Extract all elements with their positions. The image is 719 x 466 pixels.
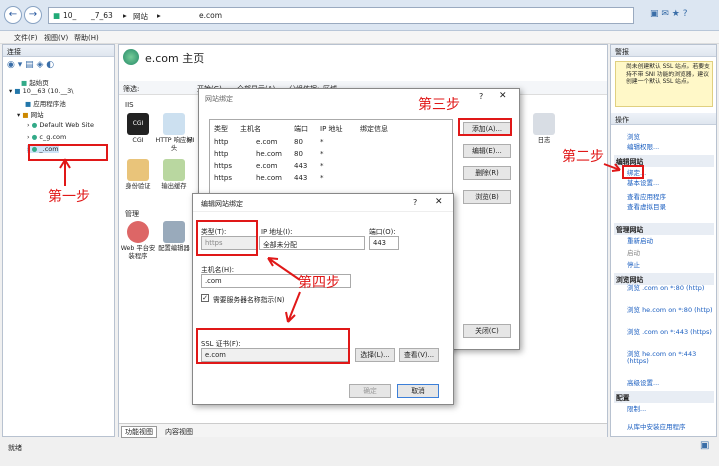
browse-443-link-1[interactable]: 浏览 .com on *:443 (https) <box>627 329 715 336</box>
alert-box: 尚未创建默认 SSL 站点。若要支持不带 SNI 功能的浏览器，建议创建一个默认… <box>615 61 713 107</box>
step2-label: 第二步 <box>562 149 604 165</box>
menu-help[interactable]: 帮助(H) <box>74 33 99 43</box>
edit-title: 编辑网站绑定 <box>201 200 243 208</box>
connections-pane: 连接 ◉ ▾ ▤ ◈ ◐ ■ 起始页 ▾ ■ 10__63 (10.__3\ ■… <box>2 44 115 437</box>
step3-label: 第三步 <box>418 97 460 113</box>
tree-start-page[interactable]: ■ 起始页 <box>21 77 49 87</box>
toolbar-icons[interactable]: ▣ ✉ ★ ? <box>650 9 710 19</box>
page-title: e.com 主页 <box>145 52 205 65</box>
highlight-step2 <box>622 165 644 179</box>
view-apps-link[interactable]: 查看应用程序 <box>627 191 666 201</box>
close-button[interactable]: 关闭(C) <box>463 324 511 338</box>
stop-link[interactable]: 停止 <box>627 259 640 269</box>
server-icon: ■ <box>53 11 61 20</box>
help-icon[interactable]: ? <box>413 198 417 207</box>
bindings-title: 网站绑定 <box>205 95 233 103</box>
menu-bar: 文件(F) 视图(V) 帮助(H) <box>0 31 719 44</box>
globe-icon <box>123 49 139 65</box>
port-input[interactable]: 443 <box>369 236 399 250</box>
close-icon[interactable]: ✕ <box>499 91 507 101</box>
browse-link[interactable]: 浏览 <box>627 131 640 141</box>
log-icon[interactable] <box>533 113 555 135</box>
connections-title: 连接 <box>3 45 114 57</box>
install-from-gallery-link[interactable]: 从库中安装应用程序 <box>627 421 686 431</box>
advanced-settings-link[interactable]: 高级设置... <box>627 377 659 387</box>
menu-file[interactable]: 文件(F) <box>14 33 38 43</box>
sni-checkbox[interactable]: ✓ <box>201 294 209 302</box>
view-cert-button[interactable]: 查看(V)... <box>399 348 439 362</box>
network-icon: ▣ <box>700 440 710 451</box>
help-icon[interactable]: ? <box>479 92 483 101</box>
browse-80-link-1[interactable]: 浏览 .com on *:80 (http) <box>627 285 715 292</box>
config-header: 配置 <box>614 391 714 403</box>
close-icon[interactable]: ✕ <box>435 197 443 207</box>
highlight-ssl <box>196 328 350 364</box>
forward-icon[interactable]: → <box>24 6 42 24</box>
tree-app-pools[interactable]: ■ 应用程序池 <box>25 98 66 108</box>
section-iis: IIS <box>125 101 134 109</box>
tree-server[interactable]: ▾ ■ 10__63 (10.__3\ <box>9 87 73 95</box>
section-mgmt: 管理 <box>125 210 139 218</box>
arrow-step2 <box>603 163 621 172</box>
view-tabs: 功能视图 内容视图 <box>119 423 607 438</box>
alerts-title: 警报 <box>611 45 716 57</box>
address-field[interactable]: ■ 10_ _7_63 ▸ 网站 ▸ e.com <box>48 7 634 24</box>
actions-title: 操作 <box>611 113 716 125</box>
auth-icon[interactable] <box>127 159 149 181</box>
tab-content-view[interactable]: 内容视图 <box>165 427 193 437</box>
address-bar: ← → ■ 10_ _7_63 ▸ 网站 ▸ e.com ▣ ✉ ★ ? <box>0 0 719 31</box>
status-bar: 就绪 ▣ <box>0 438 719 466</box>
actions-pane: 警报 尚未创建默认 SSL 站点。若要支持不带 SNI 功能的浏览器，建议创建一… <box>610 44 717 437</box>
ok-button[interactable]: 确定 <box>349 384 391 398</box>
view-vdirs-link[interactable]: 查看虚拟目录 <box>627 201 666 211</box>
start-link[interactable]: 启动 <box>627 247 640 257</box>
edit-button[interactable]: 编辑(E)... <box>463 144 511 158</box>
menu-view[interactable]: 视图(V) <box>44 33 68 43</box>
arrows-step4 <box>267 257 301 323</box>
back-icon[interactable]: ← <box>4 6 22 24</box>
edit-permissions-link[interactable]: 编辑权限... <box>627 141 659 151</box>
limits-link[interactable]: 限制... <box>627 403 646 413</box>
remove-button[interactable]: 删除(R) <box>463 166 511 180</box>
tab-features-view[interactable]: 功能视图 <box>121 426 157 438</box>
output-cache-icon[interactable] <box>163 159 185 181</box>
connections-toolbar[interactable]: ◉ ▾ ▤ ◈ ◐ <box>7 60 54 70</box>
tree-default-site[interactable]: › ● Default Web Site <box>27 121 94 129</box>
browse-button[interactable]: 浏览(B) <box>463 190 511 204</box>
status-text: 就绪 <box>8 444 22 452</box>
step1-label: 第一步 <box>48 189 90 205</box>
browse-80-link-2[interactable]: 浏览 he.com on *:80 (http) <box>627 307 715 314</box>
manage-site-header: 管理网站 <box>614 223 714 235</box>
arrow-step1 <box>59 158 71 186</box>
web-platform-icon[interactable] <box>127 221 149 243</box>
tree-site-1[interactable]: › ● c_g.com <box>27 133 66 141</box>
browse-443-link-2[interactable]: 浏览 he.com on *:443 (https) <box>627 351 715 365</box>
cgi-icon[interactable]: CGI <box>127 113 149 135</box>
http-headers-icon[interactable] <box>163 113 185 135</box>
restart-link[interactable]: 重新启动 <box>627 235 653 245</box>
highlight-type <box>196 220 258 256</box>
select-cert-button[interactable]: 选择(L)... <box>355 348 395 362</box>
tree-sites[interactable]: ▾ ■ 网站 <box>17 109 44 119</box>
cancel-button[interactable]: 取消 <box>397 384 439 398</box>
highlight-step3 <box>458 118 512 136</box>
config-editor-icon[interactable] <box>163 221 185 243</box>
